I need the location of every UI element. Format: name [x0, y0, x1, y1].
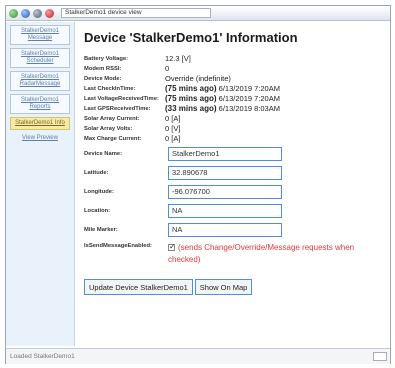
sidebar-item-radar-message[interactable]: StalkerDemo1 RadarMessage: [10, 71, 70, 91]
timestamp: 6/13/2019 7:20AM: [218, 84, 280, 93]
info-row-modem-rssi: Modem RSSI: 0: [84, 64, 386, 74]
info-label: Last CheckInTime:: [84, 86, 136, 92]
info-row-battery-voltage: Battery Voltage: 12.3 [V]: [84, 54, 386, 64]
sidebar-item-view-preview[interactable]: View Preview: [10, 133, 70, 144]
info-row-solar-volts: Solar Array Volts: 0 [V]: [84, 124, 386, 134]
latitude-field[interactable]: [168, 165, 282, 180]
info-row-max-charge-current: Max Charge Current: 0 [A]: [84, 134, 386, 144]
info-label: Max Charge Current:: [84, 136, 142, 142]
title-bar: StalkerDemo1 device view: [6, 6, 390, 21]
send-message-row: IsSendMessageEnabled: (sends Change/Over…: [84, 241, 386, 266]
longitude-field[interactable]: [168, 184, 282, 199]
minimize-icon[interactable]: [9, 8, 18, 18]
info-value: 12.3 [V]: [165, 54, 191, 63]
info-label: Device Mode:: [84, 76, 122, 82]
info-row-solar-current: Solar Array Current: 0 [A]: [84, 114, 386, 124]
info-value: 0 [V]: [165, 124, 181, 133]
info-value: (33 mins ago) 6/13/2019 8:03AM: [165, 104, 280, 114]
status-text: Loaded StalkerDemo1: [10, 353, 75, 360]
info-value: (75 mins ago) 6/13/2019 7:20AM: [165, 84, 280, 94]
close-icon[interactable]: [45, 8, 54, 18]
sidebar-item-info[interactable]: StalkerDemo1 Info: [10, 117, 70, 130]
send-message-description: (sends Change/Override/Message requests …: [168, 241, 382, 266]
sidebar: StalkerDemo1 Message StalkerDemo1 Schedu…: [6, 22, 75, 346]
info-value: 0 [A]: [165, 134, 181, 143]
form-row-location: Location:: [84, 201, 386, 220]
info-label: Last GPSReceivedTime:: [84, 106, 151, 112]
info-row-last-voltage-time: Last VoltageReceivedTime: (75 mins ago) …: [84, 94, 386, 104]
timestamp: 6/13/2019 7:20AM: [218, 94, 280, 103]
time-ago: (75 mins ago): [165, 84, 217, 93]
info-row-last-checkin-time: Last CheckInTime: (75 mins ago) 6/13/201…: [84, 84, 386, 94]
page-title: Device 'StalkerDemo1' Information: [84, 30, 298, 45]
info-label: Solar Array Current:: [84, 116, 140, 122]
info-value: 0: [165, 64, 170, 73]
longitude-label: Longitude:: [84, 188, 114, 195]
info-value: Override (indefinite): [165, 74, 231, 83]
form-row-latitude: Latitude:: [84, 163, 386, 182]
sidebar-item-reports[interactable]: StalkerDemo1 Reports: [10, 94, 70, 114]
form-row-device-name: Device Name:: [84, 144, 386, 163]
info-value: 0 [A]: [165, 114, 181, 123]
location-field[interactable]: [168, 203, 282, 218]
info-label: Modem RSSI:: [84, 66, 122, 72]
time-ago: (33 mins ago): [165, 104, 217, 113]
time-ago: (75 mins ago): [165, 94, 217, 103]
device-name-field[interactable]: [168, 146, 282, 161]
sidebar-item-scheduler[interactable]: StalkerDemo1 Scheduler: [10, 48, 70, 68]
timestamp: 6/13/2019 8:03AM: [218, 104, 280, 113]
info-label: Last VoltageReceivedTime:: [84, 96, 159, 102]
send-message-checkbox[interactable]: [168, 241, 176, 253]
mile-marker-field[interactable]: [168, 222, 282, 237]
info-value: (75 mins ago) 6/13/2019 7:20AM: [165, 94, 280, 104]
maximize-icon[interactable]: [21, 8, 30, 18]
form-row-longitude: Longitude:: [84, 182, 386, 201]
info-row-device-mode: Device Mode: Override (indefinite): [84, 74, 386, 84]
show-on-map-button[interactable]: Show On Map: [194, 279, 253, 295]
info-label: Battery Voltage:: [84, 56, 129, 62]
sidebar-item-message[interactable]: StalkerDemo1 Message: [10, 25, 70, 45]
app-window: StalkerDemo1 device view StalkerDemo1 Me…: [5, 5, 391, 364]
location-label: Location:: [84, 207, 111, 214]
main-content: Device 'StalkerDemo1' Information Batter…: [84, 28, 386, 295]
latitude-label: Latitude:: [84, 169, 109, 176]
device-name-label: Device Name:: [84, 150, 123, 157]
address-bar[interactable]: StalkerDemo1 device view: [61, 8, 211, 18]
mile-marker-label: Mile Marker:: [84, 226, 118, 233]
send-message-hint: (sends Change/Override/Message requests …: [168, 243, 355, 264]
status-bar: Loaded StalkerDemo1: [6, 348, 390, 364]
status-indicator: [373, 352, 387, 361]
update-device-button[interactable]: Update Device StalkerDemo1: [84, 279, 193, 295]
send-message-label: IsSendMessageEnabled:: [84, 243, 152, 249]
info-row-last-gps-time: Last GPSReceivedTime: (33 mins ago) 6/13…: [84, 104, 386, 114]
restore-icon[interactable]: [33, 8, 42, 18]
info-label: Solar Array Volts:: [84, 126, 133, 132]
action-buttons: Update Device StalkerDemo1 Show On Map: [84, 279, 386, 295]
form-row-mile-marker: Mile Marker:: [84, 220, 386, 239]
